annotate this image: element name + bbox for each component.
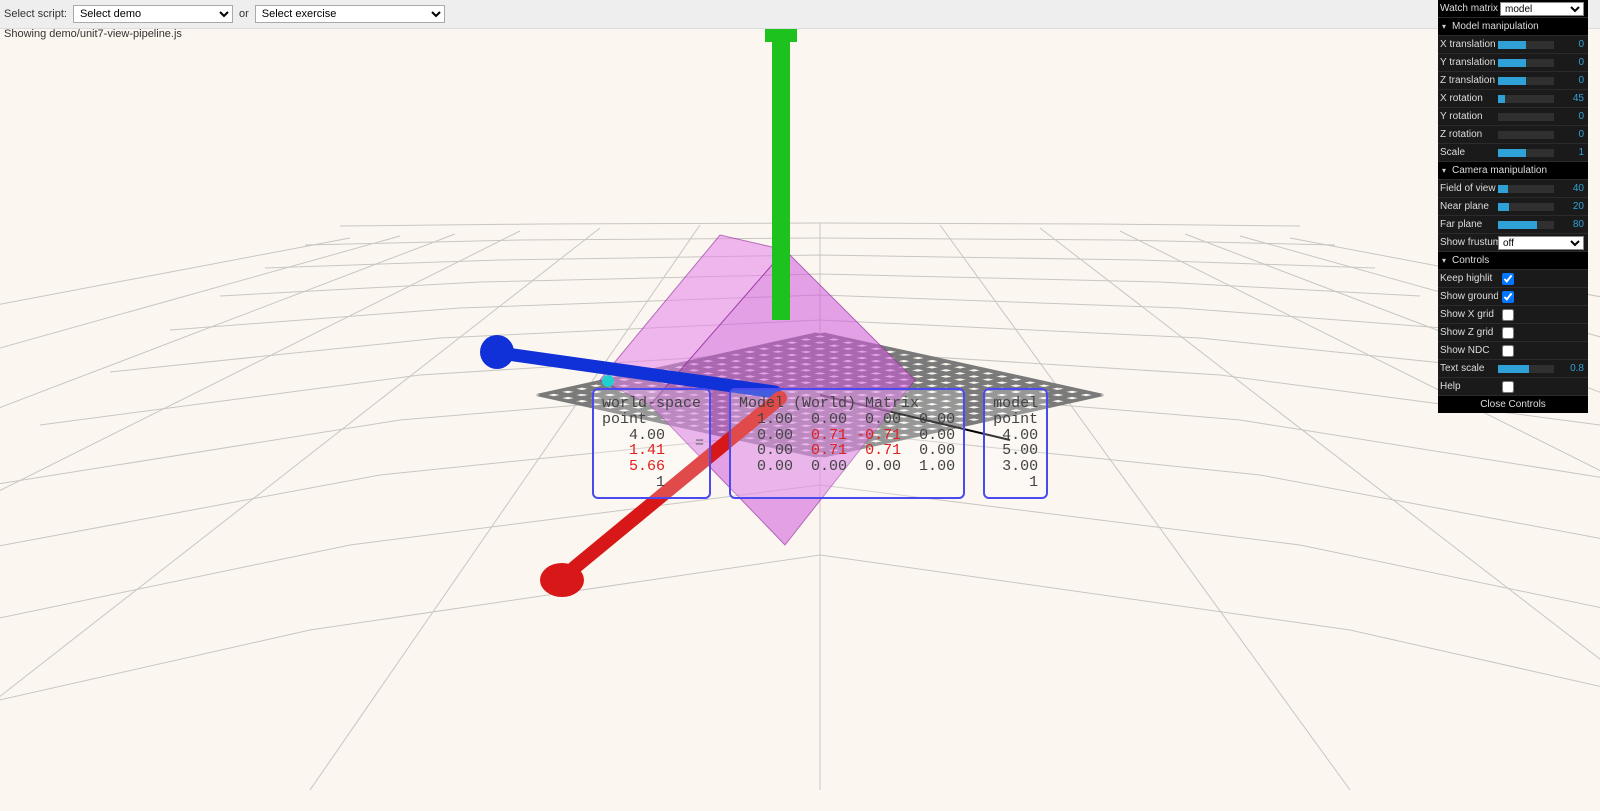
check-input[interactable] — [1502, 327, 1514, 339]
check-label: Show ground — [1440, 291, 1498, 302]
show-frustum-label: Show frustum — [1440, 237, 1498, 248]
check-help[interactable]: Help — [1438, 378, 1588, 396]
slider-value[interactable]: 80 — [1558, 219, 1584, 230]
slider-label: Y translation — [1440, 57, 1498, 68]
slider-far-plane[interactable]: Far plane 80 — [1438, 216, 1588, 234]
slider-near-plane[interactable]: Near plane 20 — [1438, 198, 1588, 216]
check-show-z-grid[interactable]: Show Z grid — [1438, 324, 1588, 342]
slider-label: Near plane — [1440, 201, 1498, 212]
slider-value[interactable]: 0.8 — [1558, 363, 1584, 374]
or-label: or — [239, 8, 249, 20]
show-frustum-row[interactable]: Show frustum off — [1438, 234, 1588, 252]
slider-x-rotation[interactable]: X rotation 45 — [1438, 90, 1588, 108]
select-script-label: Select script: — [4, 8, 67, 20]
slider-value[interactable]: 0 — [1558, 57, 1584, 68]
slider-value[interactable]: 0 — [1558, 111, 1584, 122]
check-label: Show Z grid — [1440, 327, 1498, 338]
equals-sign: = — [695, 435, 704, 452]
watch-matrix-row[interactable]: Watch matrix model — [1438, 0, 1588, 18]
check-show-ndc[interactable]: Show NDC — [1438, 342, 1588, 360]
slider-track[interactable] — [1498, 203, 1554, 211]
slider-track[interactable] — [1498, 59, 1554, 67]
slider-label: Field of view — [1440, 183, 1498, 194]
slider-value[interactable]: 45 — [1558, 93, 1584, 104]
slider-label: Z rotation — [1440, 129, 1498, 140]
folder-controls[interactable]: Controls — [1438, 252, 1588, 270]
slider-value[interactable]: 0 — [1558, 39, 1584, 50]
check-label: Show NDC — [1440, 345, 1498, 356]
select-demo-dropdown[interactable]: Select demo — [73, 5, 233, 23]
slider-scale[interactable]: Scale 1 — [1438, 144, 1588, 162]
slider-value[interactable]: 1 — [1558, 147, 1584, 158]
folder-camera-manipulation[interactable]: Camera manipulation — [1438, 162, 1588, 180]
slider-z-rotation[interactable]: Z rotation 0 — [1438, 126, 1588, 144]
slider-track[interactable] — [1498, 131, 1554, 139]
slider-field-of-view[interactable]: Field of view 40 — [1438, 180, 1588, 198]
folder-model-manipulation[interactable]: Model manipulation — [1438, 18, 1588, 36]
check-label: Help — [1440, 381, 1498, 392]
check-keep-highlit[interactable]: Keep highlit — [1438, 270, 1588, 288]
close-controls-button[interactable]: Close Controls — [1438, 396, 1588, 413]
slider-track[interactable] — [1498, 221, 1554, 229]
slider-track[interactable] — [1498, 77, 1554, 85]
show-frustum-select[interactable]: off — [1498, 236, 1584, 250]
check-label: Show X grid — [1440, 309, 1498, 320]
slider-track[interactable] — [1498, 149, 1554, 157]
highlight-point — [602, 375, 614, 387]
world-space-point-panel: world-space point 4.00 1.41 5.66 1 — [592, 388, 711, 499]
slider-text-scale[interactable]: Text scale 0.8 — [1438, 360, 1588, 378]
slider-value[interactable]: 20 — [1558, 201, 1584, 212]
control-panel: Watch matrix model Model manipulation X … — [1438, 0, 1588, 413]
slider-value[interactable]: 0 — [1558, 75, 1584, 86]
check-input[interactable] — [1502, 381, 1514, 393]
slider-label: X rotation — [1440, 93, 1498, 104]
status-line: Showing demo/unit7-view-pipeline.js — [4, 28, 182, 40]
model-world-matrix-panel: Model (World) Matrix 1.00 0.00 0.00 0.00… — [729, 388, 965, 499]
slider-z-translation[interactable]: Z translation 0 — [1438, 72, 1588, 90]
slider-label: Text scale — [1440, 363, 1498, 374]
slider-y-translation[interactable]: Y translation 0 — [1438, 54, 1588, 72]
check-input[interactable] — [1502, 291, 1514, 303]
check-input[interactable] — [1502, 309, 1514, 321]
slider-label: Y rotation — [1440, 111, 1498, 122]
slider-track[interactable] — [1498, 41, 1554, 49]
top-bar: Select script: Select demo or Select exe… — [0, 0, 1600, 29]
slider-track[interactable] — [1498, 365, 1554, 373]
slider-label: X translation — [1440, 39, 1498, 50]
check-input[interactable] — [1502, 345, 1514, 357]
slider-track[interactable] — [1498, 113, 1554, 121]
select-exercise-dropdown[interactable]: Select exercise — [255, 5, 445, 23]
slider-label: Scale — [1440, 147, 1498, 158]
check-show-ground[interactable]: Show ground — [1438, 288, 1588, 306]
check-input[interactable] — [1502, 273, 1514, 285]
model-point-panel: model point 4.00 5.00 3.00 1 — [983, 388, 1048, 499]
slider-track[interactable] — [1498, 95, 1554, 103]
slider-value[interactable]: 0 — [1558, 129, 1584, 140]
matrix-overlay: world-space point 4.00 1.41 5.66 1 Model… — [592, 388, 1048, 499]
slider-x-translation[interactable]: X translation 0 — [1438, 36, 1588, 54]
check-show-x-grid[interactable]: Show X grid — [1438, 306, 1588, 324]
slider-track[interactable] — [1498, 185, 1554, 193]
slider-value[interactable]: 40 — [1558, 183, 1584, 194]
slider-label: Far plane — [1440, 219, 1498, 230]
slider-label: Z translation — [1440, 75, 1498, 86]
check-label: Keep highlit — [1440, 273, 1498, 284]
watch-matrix-select[interactable]: model — [1500, 2, 1584, 16]
watch-matrix-label: Watch matrix — [1440, 3, 1500, 14]
slider-y-rotation[interactable]: Y rotation 0 — [1438, 108, 1588, 126]
